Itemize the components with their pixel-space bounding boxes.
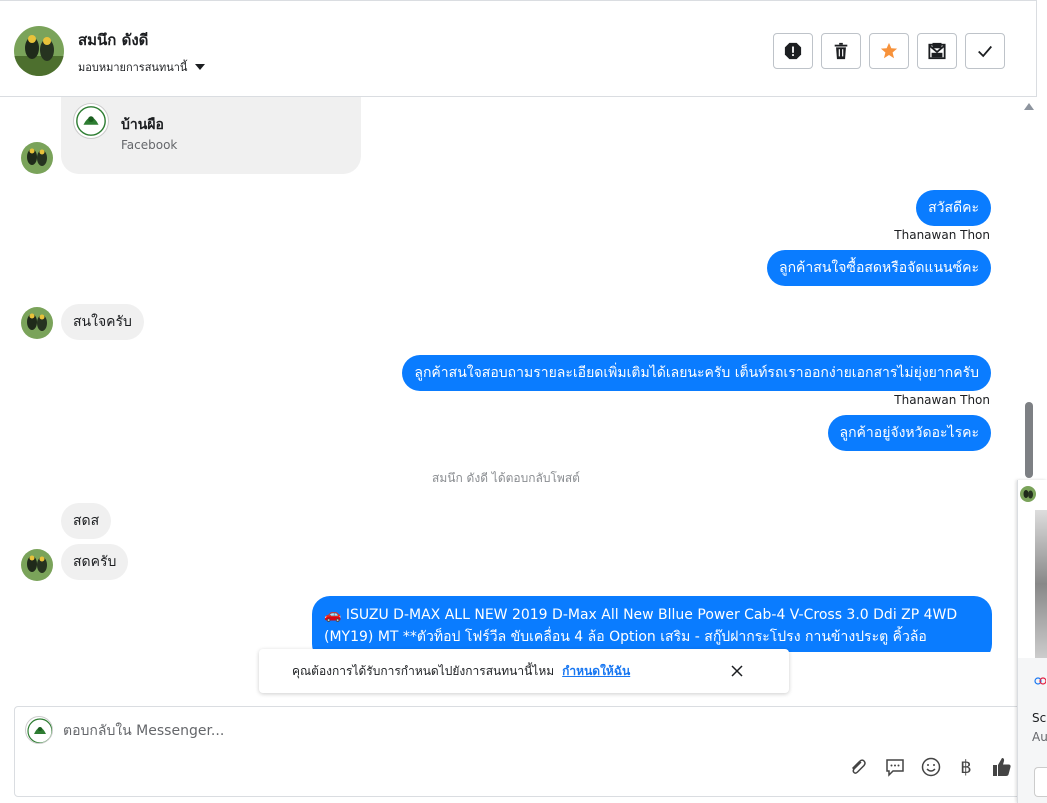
contact-avatar-small	[21, 142, 53, 174]
sender-name: Thanawan Thon	[894, 228, 990, 242]
message-bubble-outgoing-long[interactable]: 🚗 ISUZU D-MAX ALL NEW 2019 D-Max All New…	[312, 596, 992, 652]
delete-button[interactable]	[821, 33, 861, 69]
message-bubble-outgoing[interactable]: ลูกค้าสนใจสอบถามรายละเอียดเพิ่มเติมได้เล…	[402, 355, 991, 391]
link-card-title: บ้านผือ	[121, 117, 164, 133]
link-card-source: Facebook	[121, 138, 178, 152]
message-bubble-outgoing[interactable]: ลูกค้าสนใจซื้อสดหรือจัดแนนซ์คะ	[767, 250, 991, 286]
conversation-header: สมนึก ดังดี มอบหมายการสนทนานี้	[0, 0, 1037, 97]
preview-avatar	[1020, 486, 1036, 502]
star-button[interactable]	[869, 33, 909, 69]
like-icon	[993, 758, 1011, 776]
contact-avatar-small	[21, 549, 53, 581]
saved-replies-button[interactable]	[883, 755, 907, 779]
contact-avatar[interactable]	[14, 26, 64, 76]
scroll-up-arrow-icon[interactable]	[1024, 103, 1034, 110]
mark-spam-button[interactable]	[773, 33, 813, 69]
message-bubble-incoming[interactable]: สนใจครับ	[61, 304, 144, 340]
emoji-icon	[921, 757, 941, 777]
done-icon	[978, 45, 992, 58]
scrollbar-thumb[interactable]	[1025, 402, 1033, 478]
page-logo-icon	[73, 103, 109, 139]
mark-done-button[interactable]	[965, 33, 1005, 69]
shared-link-card[interactable]: ▀▀▀▀▀▀▀▀▀▀▀▀▀▀▀ บ้านผือ Facebook	[61, 97, 361, 174]
message-bubble-incoming[interactable]: สดครับ	[61, 544, 129, 580]
system-message: สมนึก ดังดี ได้ตอบกลับโพสต์	[432, 471, 580, 485]
mark-unread-icon	[928, 42, 946, 60]
message-bubble-outgoing[interactable]: ลูกค้าอยู่จังหวัดอะไรคะ	[827, 415, 991, 451]
message-thread[interactable]: ▀▀▀▀▀▀▀▀▀▀▀▀▀▀▀ บ้านผือ Facebook สวัสดีค…	[0, 97, 1022, 652]
attach-icon	[851, 759, 866, 774]
contact-avatar-small	[21, 307, 53, 339]
assign-prompt-toast: คุณต้องการได้รับการกำหนดไปยังการสนทนานี้…	[259, 649, 789, 693]
link-card-title-cut: ▀▀▀▀▀▀▀▀▀▀▀▀▀▀▀	[121, 101, 351, 110]
spam-icon	[784, 42, 802, 60]
assign-to-me-link[interactable]: กำหนดให้ฉัน	[562, 662, 630, 681]
sender-name: Thanawan Thon	[894, 393, 990, 407]
payment-button[interactable]: ฿	[954, 755, 978, 779]
attach-button[interactable]	[846, 755, 870, 779]
reply-composer: ฿	[14, 706, 1024, 797]
message-bubble-incoming[interactable]: สดส	[61, 503, 112, 539]
link-icon	[1034, 677, 1046, 685]
trash-icon	[834, 42, 848, 60]
preview-button[interactable]	[1034, 767, 1047, 797]
baht-icon: ฿	[960, 756, 972, 778]
saved-reply-icon	[886, 759, 904, 777]
page-avatar	[25, 716, 53, 744]
side-preview-panel[interactable]: Sc Au	[1017, 480, 1047, 803]
preview-text-2: Au	[1032, 730, 1047, 744]
assign-conversation-dropdown[interactable]: มอบหมายการสนทนานี้	[78, 58, 206, 76]
toast-text: คุณต้องการได้รับการกำหนดไปยังการสนทนานี้…	[292, 663, 555, 678]
message-bubble-outgoing[interactable]: สวัสดีคะ	[916, 190, 991, 226]
close-icon[interactable]	[729, 663, 745, 679]
inbox-conversation-pane: สมนึก ดังดี มอบหมายการสนทนานี้ ▀▀▀▀▀▀▀▀▀…	[0, 0, 1047, 803]
assign-label: มอบหมายการสนทนานี้	[78, 61, 188, 74]
like-button[interactable]	[990, 755, 1014, 779]
chevron-down-icon	[195, 64, 206, 70]
contact-name[interactable]: สมนึก ดังดี	[78, 28, 148, 52]
preview-text-1: Sc	[1032, 711, 1047, 725]
preview-image	[1035, 510, 1047, 658]
emoji-button[interactable]	[919, 755, 943, 779]
mark-unread-button[interactable]	[917, 33, 957, 69]
reply-input[interactable]	[63, 719, 963, 743]
star-icon	[880, 42, 898, 59]
